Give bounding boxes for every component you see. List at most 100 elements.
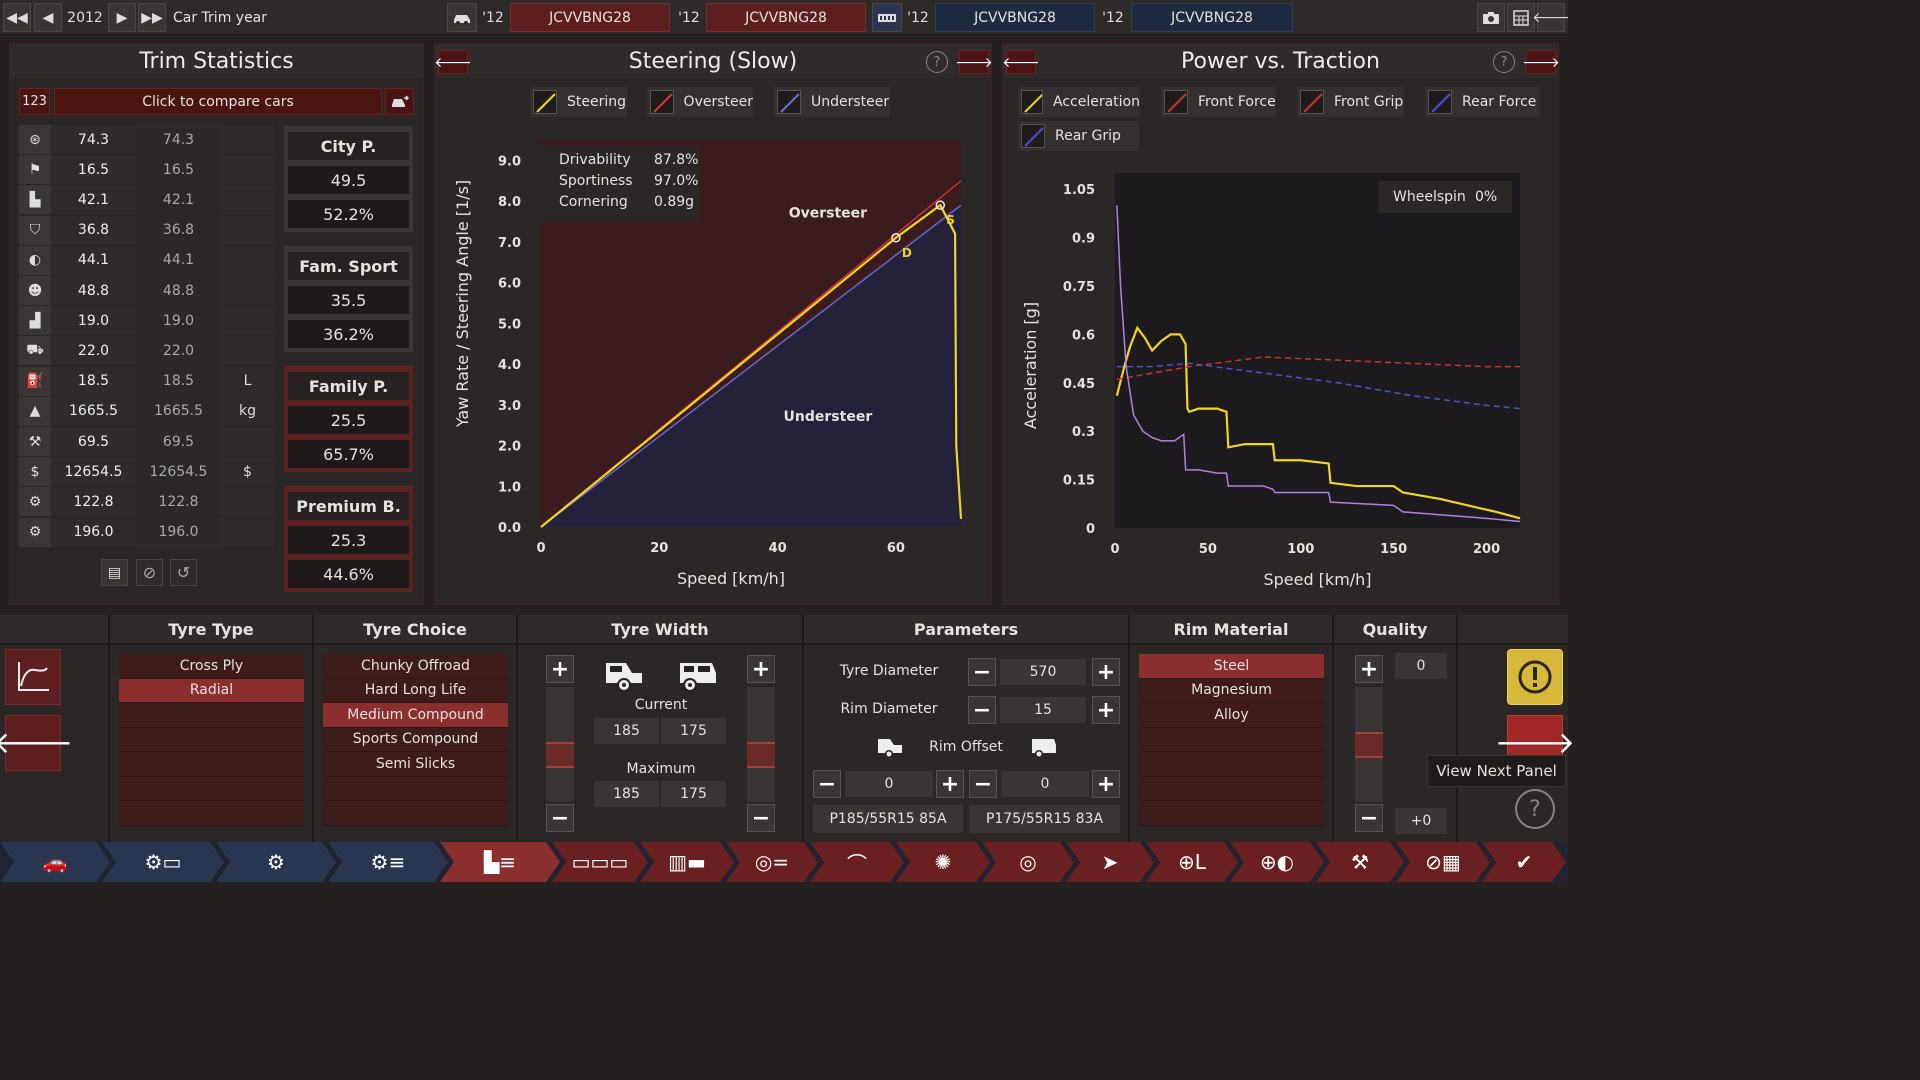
next-year-button[interactable]: ▶ bbox=[108, 3, 136, 32]
screenshot-button[interactable] bbox=[1477, 3, 1505, 32]
passengers-icon: ☻ bbox=[19, 276, 51, 305]
right-arrow-icon: 🡒 bbox=[955, 54, 993, 71]
panel-title: Trim Statistics bbox=[10, 44, 423, 78]
legend-steering[interactable]: Steering bbox=[530, 87, 627, 117]
car-year-2: '12 bbox=[678, 9, 700, 26]
quality-slider-thumb[interactable] bbox=[1355, 731, 1383, 758]
nav-test-track-button[interactable]: ⚒ bbox=[1316, 842, 1404, 882]
market-group[interactable]: Family P. 25.5 65.7% bbox=[284, 366, 413, 472]
list-item[interactable]: Sports Compound bbox=[323, 727, 508, 752]
nav-car-trim-button[interactable]: ▙≡ bbox=[440, 842, 560, 882]
nav-confirm-button[interactable]: ✔ bbox=[1482, 842, 1566, 882]
rim-diameter-plus-button[interactable]: + bbox=[1092, 696, 1120, 724]
nav-aero-button[interactable]: ➤ bbox=[1066, 842, 1154, 882]
legend-rear-grip[interactable]: Rear Grip bbox=[1018, 121, 1139, 151]
nav-speed-test-button[interactable]: ⊘▦ bbox=[1396, 842, 1490, 882]
rear-offset-minus-button[interactable]: − bbox=[969, 770, 997, 798]
list-item[interactable]: Steel bbox=[1139, 654, 1324, 679]
prev-panel-button[interactable]: 🡐 bbox=[434, 50, 472, 74]
front-offset-plus-button[interactable]: + bbox=[936, 770, 964, 798]
nav-brakes-button[interactable]: ◎ bbox=[982, 842, 1074, 882]
front-force-swatch-icon bbox=[1164, 90, 1188, 114]
list-item[interactable]: Hard Long Life bbox=[323, 678, 508, 703]
section-title: Tyre Type bbox=[110, 615, 312, 645]
next-panel-button[interactable]: 🡒 bbox=[955, 50, 993, 74]
legend-understeer[interactable]: Understeer bbox=[774, 87, 890, 117]
nav-engine-parts-button[interactable]: ⚙▭ bbox=[102, 842, 224, 882]
legend-oversteer[interactable]: Oversteer bbox=[647, 87, 753, 117]
front-width-plus-button[interactable]: + bbox=[546, 655, 574, 683]
rear-width-slider-thumb[interactable] bbox=[747, 742, 775, 769]
cancel-icon: ⊘ bbox=[142, 563, 157, 582]
nav-suspension-button[interactable]: ⌒ bbox=[810, 842, 904, 882]
nav-wheel-button[interactable]: ✺ bbox=[896, 842, 990, 882]
car-slot-2[interactable]: JCVVBNG28 bbox=[706, 3, 866, 32]
cost-icon: $ bbox=[19, 457, 51, 487]
stat-value-compare: 44.1 bbox=[136, 245, 221, 275]
prev-year-button[interactable]: ◀ bbox=[34, 3, 62, 32]
warning-button[interactable] bbox=[1507, 649, 1563, 705]
exit-button[interactable]: 🡐 bbox=[1532, 3, 1570, 32]
compare-cars-button[interactable]: Click to compare cars bbox=[54, 88, 382, 115]
list-item[interactable]: Semi Slicks bbox=[323, 752, 508, 777]
legend-front-force[interactable]: Front Force bbox=[1161, 87, 1276, 117]
market-group[interactable]: City P. 49.5 52.2% bbox=[284, 126, 413, 232]
calculator-button[interactable] bbox=[1507, 3, 1535, 32]
front-offset-minus-button[interactable]: − bbox=[813, 770, 841, 798]
quality-plus-button[interactable]: + bbox=[1355, 655, 1383, 683]
report-button[interactable]: ▤ bbox=[101, 559, 128, 586]
workshop-icon: ⚙ bbox=[19, 487, 51, 517]
compare-car-icon-button[interactable] bbox=[385, 88, 414, 115]
prev-panel-button[interactable]: 🡐 bbox=[1002, 50, 1040, 74]
legend-acceleration[interactable]: Acceleration bbox=[1018, 87, 1140, 117]
last-year-button[interactable]: ▶▶ bbox=[138, 3, 166, 32]
list-item[interactable]: Radial bbox=[119, 678, 304, 703]
car-slot-1[interactable]: JCVVBNG28 bbox=[510, 3, 670, 32]
help-button[interactable]: ? bbox=[1515, 789, 1555, 829]
list-item[interactable]: Alloy bbox=[1139, 703, 1324, 728]
help-button[interactable]: ? bbox=[926, 51, 948, 73]
tyre-diameter-minus-button[interactable]: − bbox=[968, 658, 996, 686]
nav-engine-button[interactable]: ⚙ bbox=[216, 842, 336, 882]
list-item[interactable]: Medium Compound bbox=[323, 703, 508, 728]
y-tick-label: 1.05 bbox=[1063, 183, 1095, 198]
list-item[interactable]: Chunky Offroad bbox=[323, 654, 508, 679]
car-select-button[interactable] bbox=[447, 3, 477, 32]
rear-offset-plus-button[interactable]: + bbox=[1092, 770, 1120, 798]
rear-width-slider[interactable] bbox=[747, 687, 775, 802]
quality-slider[interactable] bbox=[1355, 687, 1383, 802]
market-group[interactable]: Fam. Sport 35.5 36.2% bbox=[284, 246, 413, 352]
first-year-button[interactable]: ◀◀ bbox=[3, 3, 31, 32]
reset-button[interactable]: ↺ bbox=[170, 559, 197, 586]
stat-unit bbox=[221, 125, 274, 154]
trim-select-button[interactable] bbox=[872, 3, 902, 32]
nav-car-fixtures-button[interactable]: ▭▭▭ bbox=[552, 842, 648, 882]
help-button[interactable]: ? bbox=[1493, 51, 1515, 73]
quality-minus-button[interactable]: − bbox=[1355, 804, 1383, 832]
legend-rear-force[interactable]: Rear Force bbox=[1425, 87, 1540, 117]
rear-width-plus-button[interactable]: + bbox=[747, 655, 775, 683]
front-width-slider[interactable] bbox=[546, 687, 574, 802]
rim-diameter-minus-button[interactable]: − bbox=[968, 696, 996, 724]
nav-car-body-button[interactable]: 🚗 bbox=[0, 842, 110, 882]
front-width-slider-thumb[interactable] bbox=[546, 742, 574, 769]
nav-interior-button[interactable]: ▥▬ bbox=[640, 842, 734, 882]
front-width-minus-button[interactable]: − bbox=[546, 804, 574, 832]
rear-width-minus-button[interactable]: − bbox=[747, 804, 775, 832]
legend-front-grip[interactable]: Front Grip bbox=[1297, 87, 1404, 117]
back-button[interactable]: 🡐 bbox=[0, 715, 73, 771]
nav-steering-button[interactable]: ⊕L bbox=[1146, 842, 1238, 882]
list-item[interactable]: Cross Ply bbox=[119, 654, 304, 679]
nav-tyres-button[interactable]: ⊕◐ bbox=[1230, 842, 1324, 882]
next-panel-button[interactable]: 🡒 bbox=[1522, 50, 1560, 74]
tyre-diameter-plus-button[interactable]: + bbox=[1092, 658, 1120, 686]
market-group[interactable]: Premium B. 25.3 44.6% bbox=[284, 486, 413, 592]
graph-toggle-button[interactable] bbox=[5, 649, 61, 705]
list-item[interactable]: Magnesium bbox=[1139, 678, 1324, 703]
trim-slot-1[interactable]: JCVVBNG28 bbox=[935, 3, 1095, 32]
nav-chassis-button[interactable]: ◎= bbox=[726, 842, 818, 882]
trim-slot-2[interactable]: JCVVBNG28 bbox=[1131, 3, 1293, 32]
empty-head bbox=[1458, 615, 1568, 645]
clear-button[interactable]: ⊘ bbox=[136, 559, 163, 586]
nav-engine-tune-button[interactable]: ⚙≡ bbox=[328, 842, 448, 882]
